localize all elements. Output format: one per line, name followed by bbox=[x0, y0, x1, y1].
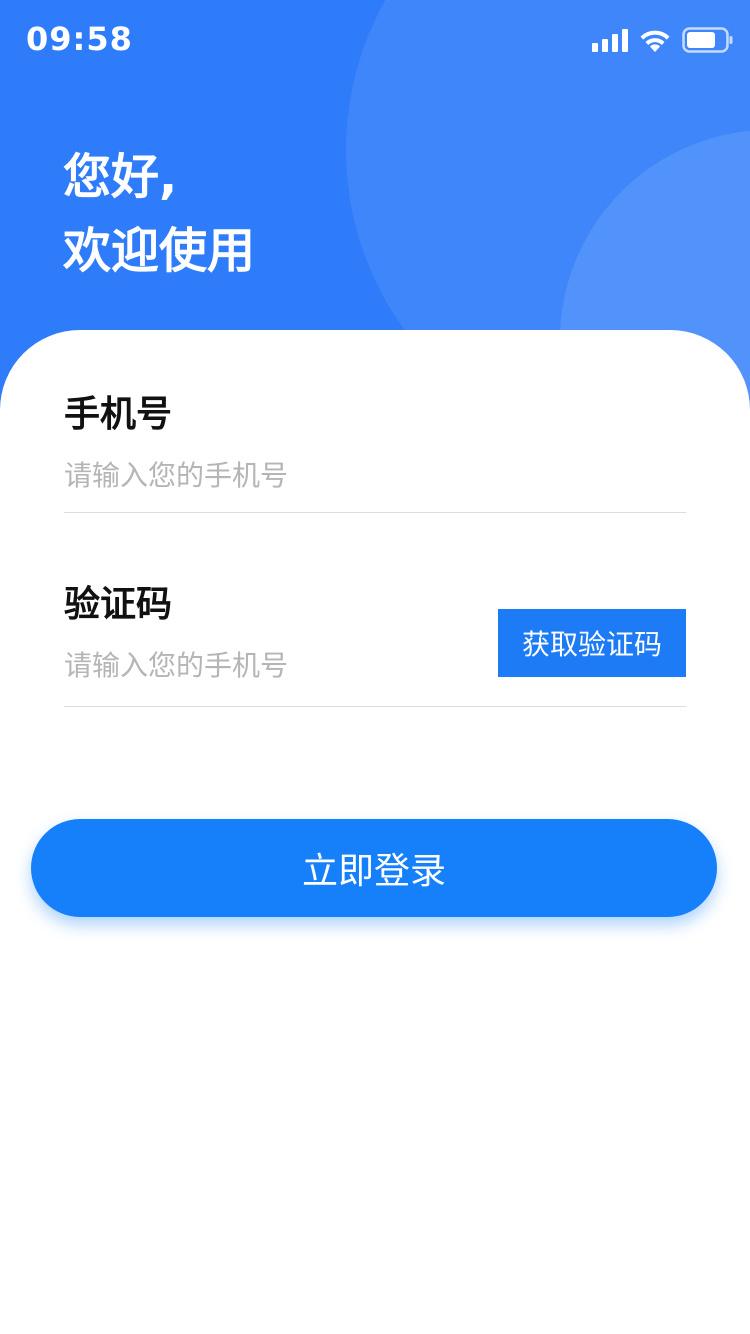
phone-field: 手机号 bbox=[64, 395, 686, 513]
wifi-icon bbox=[638, 27, 672, 53]
verification-code-input[interactable] bbox=[64, 649, 464, 682]
verification-code-field: 验证码 获取验证码 bbox=[64, 585, 686, 707]
greeting-line-1: 您好, bbox=[63, 149, 178, 205]
get-code-button[interactable]: 获取验证码 bbox=[498, 609, 686, 677]
login-button[interactable]: 立即登录 bbox=[31, 819, 717, 917]
greeting-line-2: 欢迎使用 bbox=[63, 223, 256, 279]
status-icons bbox=[592, 26, 734, 54]
status-time: 09:58 bbox=[26, 20, 133, 58]
phone-label: 手机号 bbox=[64, 394, 173, 435]
welcome-heading: 您好, 欢迎使用 bbox=[63, 140, 255, 288]
battery-icon bbox=[682, 27, 734, 53]
signal-bars-icon bbox=[592, 28, 628, 52]
phone-input[interactable] bbox=[64, 459, 464, 492]
